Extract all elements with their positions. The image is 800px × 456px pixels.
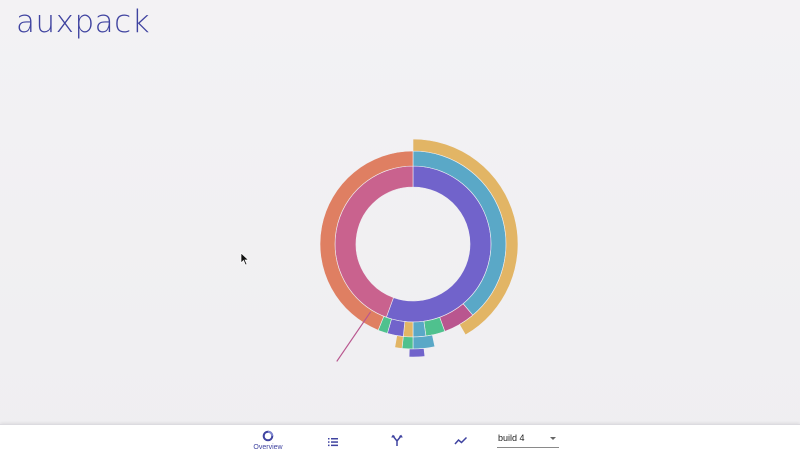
nav-list[interactable] [325, 429, 341, 455]
build-select[interactable]: build 4 [497, 430, 559, 448]
sunburst-segment-ring4-0[interactable] [408, 348, 426, 358]
nav-overview-label: Overview [253, 444, 283, 451]
sunburst-svg [319, 138, 519, 362]
sunburst-segment-ring3-1[interactable] [412, 334, 436, 350]
sunburst-segment-ring3-2[interactable] [401, 336, 414, 350]
sunburst-segment-ring3-3[interactable] [394, 335, 404, 349]
donut-chart-icon [262, 430, 274, 442]
nav-tree[interactable] [389, 429, 405, 455]
line-chart-icon [454, 436, 468, 445]
app-window: auxpack Overview build 4 [0, 0, 800, 456]
mouse-cursor-icon [240, 252, 250, 266]
nav-overview[interactable]: Overview [250, 429, 286, 455]
build-select-value: build 4 [498, 433, 525, 443]
branch-icon [391, 434, 403, 446]
sunburst-segment-ring2-3[interactable] [412, 320, 427, 338]
list-icon [328, 438, 338, 447]
bottom-navigation-bar: Overview build 4 [0, 424, 800, 456]
chevron-down-icon [550, 437, 556, 440]
nav-trends[interactable] [453, 429, 469, 455]
sunburst-chart [0, 0, 800, 424]
sunburst-segment-spike[interactable] [336, 311, 372, 362]
